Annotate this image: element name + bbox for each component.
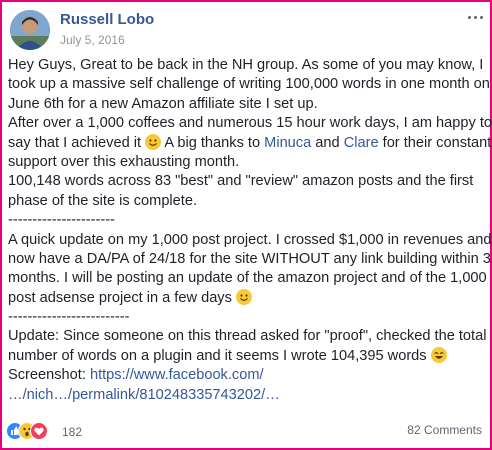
post-line: June 6th for a new Amazon affiliate site… <box>8 95 318 112</box>
laughing-emoji-icon <box>430 346 447 363</box>
post-text: for their constant <box>382 134 492 151</box>
post-line: now have a DA/PA of 24/18 for the site W… <box>8 250 491 267</box>
screenshot-link[interactable]: https://www.facebook.com/ <box>90 367 264 383</box>
post-text: say that I achieved it <box>8 134 142 151</box>
smile-emoji-icon <box>235 288 252 305</box>
mention-link[interactable]: Minuca <box>264 135 311 151</box>
post-line: A quick update on my 1,000 post project.… <box>8 231 492 248</box>
post-text: post adsense project in a few days <box>8 289 232 306</box>
separator-line: ---------------------- <box>8 212 115 229</box>
permalink-link[interactable]: …/nich…/permalink/810248335743202/… <box>8 386 486 405</box>
post-line: number of words on a plugin and it seems… <box>8 346 486 366</box>
author-name[interactable]: Russell Lobo <box>60 11 154 28</box>
post-text: A big thanks to <box>164 134 261 151</box>
post-line: Update: Since someone on this thread ask… <box>8 328 487 345</box>
post-text: and <box>315 134 340 151</box>
post-line: 100,148 words across 83 "best" and "revi… <box>8 173 474 190</box>
post-header: Russell Lobo July 5, 2016 <box>10 8 486 52</box>
reaction-count[interactable]: 182 <box>62 425 82 439</box>
post-text: number of words on a plugin and it seems… <box>8 347 427 364</box>
avatar[interactable] <box>10 10 50 50</box>
post-body: Hey Guys, Great to be back in the NH gro… <box>8 56 492 405</box>
post-line: Screenshot: https://www.facebook.com/ <box>8 366 486 385</box>
love-icon <box>30 422 48 440</box>
post-line: say that I achieved it A big thanks to M… <box>8 133 491 153</box>
post-line: After over a 1,000 coffees and numerous … <box>8 115 492 132</box>
post-line: support over this exhausting month. <box>8 153 240 170</box>
post-line: phase of the site is complete. <box>8 192 198 209</box>
post-date[interactable]: July 5, 2016 <box>60 33 125 47</box>
post-line: post adsense project in a few days <box>8 288 486 308</box>
mention-link[interactable]: Clare <box>344 135 379 151</box>
more-options-icon[interactable] <box>468 12 484 24</box>
post-line: took up a massive self challenge of writ… <box>8 76 490 93</box>
comments-count-link[interactable]: 82 Comments <box>407 423 482 437</box>
post-footer: 182 82 Comments <box>4 420 488 444</box>
post-line: months. I will be posting an update of t… <box>8 270 487 287</box>
post-line: Hey Guys, Great to be back in the NH gro… <box>8 57 484 73</box>
smile-emoji-icon <box>145 133 162 150</box>
post-text: Screenshot: <box>8 367 86 384</box>
separator-line: ------------------------- <box>8 309 130 326</box>
post-card: Russell Lobo July 5, 2016 Hey Guys, Grea… <box>0 0 492 450</box>
